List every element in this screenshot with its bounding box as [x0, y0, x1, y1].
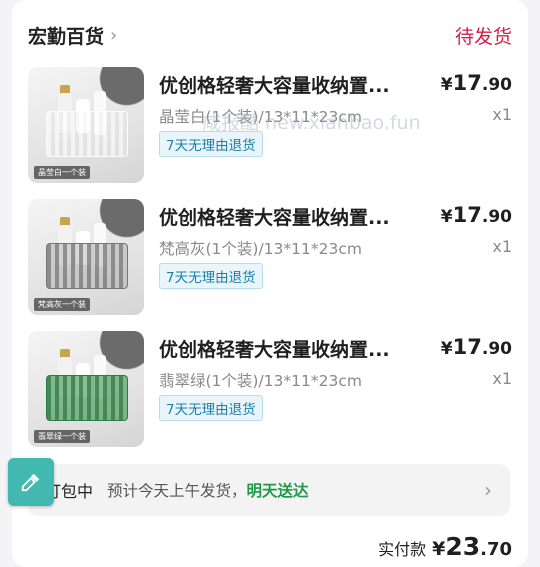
total-decimal: .70: [480, 539, 512, 560]
delivery-highlight: 明天送达: [246, 482, 309, 500]
shop-name: 宏勤百货: [28, 25, 105, 48]
product-spec: 翡翠绿(1个装)/13*11*23cm: [159, 372, 362, 390]
product-quantity: x1: [492, 237, 512, 256]
product-price: ¥17.90: [440, 71, 512, 95]
shipping-status-bar[interactable]: 打包中 预计今天上午发货， 明天送达 ›: [28, 464, 510, 516]
eyedropper-button[interactable]: [8, 458, 54, 506]
total-label: 实付款: [378, 540, 427, 559]
product-price: ¥17.90: [440, 203, 512, 227]
total-currency: ¥: [432, 538, 446, 560]
thumbnail-tag: 翡翠绿一个装: [34, 430, 90, 443]
product-title[interactable]: 优创格轻奢大容量收纳置...: [159, 203, 421, 230]
product-quantity: x1: [492, 369, 512, 388]
product-quantity: x1: [492, 105, 512, 124]
product-thumbnail[interactable]: 翡翠绿一个装: [28, 331, 144, 447]
return-policy-badge: 7天无理由退货: [159, 395, 263, 421]
product-title[interactable]: 优创格轻奢大容量收纳置...: [159, 335, 421, 362]
shop-link[interactable]: 宏勤百货 ›: [28, 22, 117, 49]
chevron-right-icon: ›: [484, 478, 492, 502]
product-title[interactable]: 优创格轻奢大容量收纳置...: [159, 71, 421, 98]
chevron-right-icon: ›: [110, 24, 118, 46]
order-header: 宏勤百货 › 待发货: [28, 22, 512, 48]
order-item[interactable]: 梵高灰一个装 优创格轻奢大容量收纳置... ¥17.90 梵高灰(1个装)/13…: [28, 199, 512, 315]
shipping-estimate: 预计今天上午发货，: [107, 482, 247, 500]
watermark: 咸报酷 new.xianbao.fun: [202, 112, 421, 134]
total-payment: 实付款 ¥ 23 .70: [378, 532, 512, 561]
total-integer: 23: [445, 532, 481, 561]
thumbnail-tag: 晶莹白一个装: [34, 166, 90, 179]
order-status: 待发货: [454, 25, 512, 48]
order-item[interactable]: 翡翠绿一个装 优创格轻奢大容量收纳置... ¥17.90 翡翠绿(1个装)/13…: [28, 331, 512, 447]
eyedropper-icon: [21, 473, 40, 492]
return-policy-badge: 7天无理由退货: [159, 263, 263, 289]
product-price: ¥17.90: [440, 335, 512, 359]
thumbnail-tag: 梵高灰一个装: [34, 298, 90, 311]
product-thumbnail[interactable]: 梵高灰一个装: [28, 199, 144, 315]
product-thumbnail[interactable]: 晶莹白一个装: [28, 67, 144, 183]
product-spec: 梵高灰(1个装)/13*11*23cm: [159, 240, 362, 258]
